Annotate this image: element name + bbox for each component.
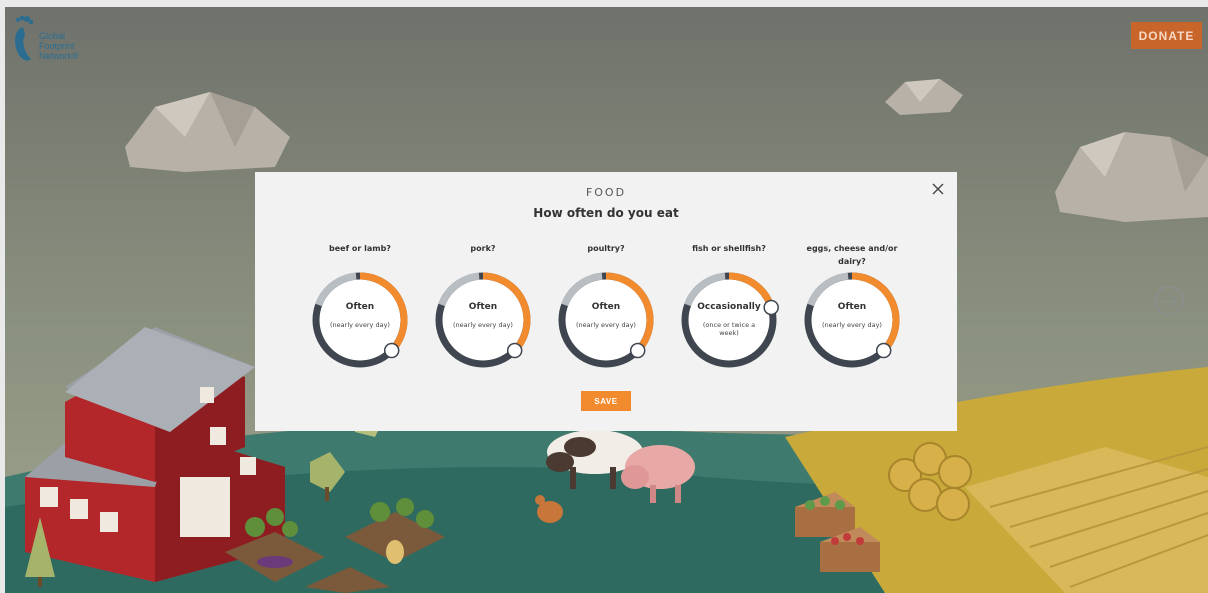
global-footprint-network-logo[interactable]: Global Footprint Network®: [11, 13, 91, 69]
frequency-detail: (nearly every day): [453, 321, 513, 329]
dial-ring: [804, 272, 900, 368]
frequency-value: Often: [345, 302, 375, 312]
dial-knob[interactable]: [506, 342, 523, 359]
frequency-detail: (nearly every day): [576, 321, 636, 329]
frequency-detail: (nearly every day): [822, 321, 882, 329]
dial-ring: [681, 272, 779, 368]
frequency-value: Often: [837, 302, 867, 312]
frequency-dial[interactable]: Often (nearly every day): [802, 270, 902, 370]
logo-text: Global Footprint Network®: [39, 31, 79, 61]
frequency-dial[interactable]: Often (nearly every day): [310, 270, 410, 370]
dial-ring: [435, 272, 531, 368]
footprint-icon: [15, 15, 34, 61]
frequency-dial[interactable]: Occasionally (once or twice a week): [679, 270, 779, 370]
dial-knob[interactable]: [875, 342, 892, 359]
dial-knob[interactable]: [629, 342, 646, 359]
farm-scene-background: Global Footprint Network® DONATE FOOD Ho…: [0, 0, 1208, 593]
frequency-dial[interactable]: Often (nearly every day): [433, 270, 533, 370]
dial-ring: [312, 272, 408, 368]
frequency-value: Often: [591, 302, 621, 312]
donate-button[interactable]: DONATE: [1131, 22, 1202, 49]
frequency-value: Occasionally: [697, 302, 761, 312]
dial-ring: [558, 272, 654, 368]
category-title: FOOD: [585, 186, 627, 199]
frequency-value: Often: [468, 302, 498, 312]
frequency-detail: (once or twice a week): [702, 321, 756, 337]
food-item-label: eggs, cheese and/or dairy?: [806, 244, 898, 266]
dial-knob[interactable]: [383, 342, 400, 359]
save-button[interactable]: SAVE: [581, 391, 631, 411]
food-item-label: poultry?: [587, 244, 625, 253]
frequency-dial[interactable]: Often (nearly every day): [556, 270, 656, 370]
food-item-label: fish or shellfish?: [692, 244, 766, 253]
food-questionnaire-modal: FOOD How often do you eat beef or lamb? O…: [255, 172, 957, 431]
arrow-right-icon: [1161, 294, 1178, 308]
frequency-detail: (nearly every day): [330, 321, 390, 329]
food-item-label: beef or lamb?: [329, 244, 391, 253]
question-title: How often do you eat: [533, 206, 679, 220]
food-item-label: pork?: [470, 244, 496, 253]
next-arrow-button[interactable]: [1154, 286, 1184, 316]
